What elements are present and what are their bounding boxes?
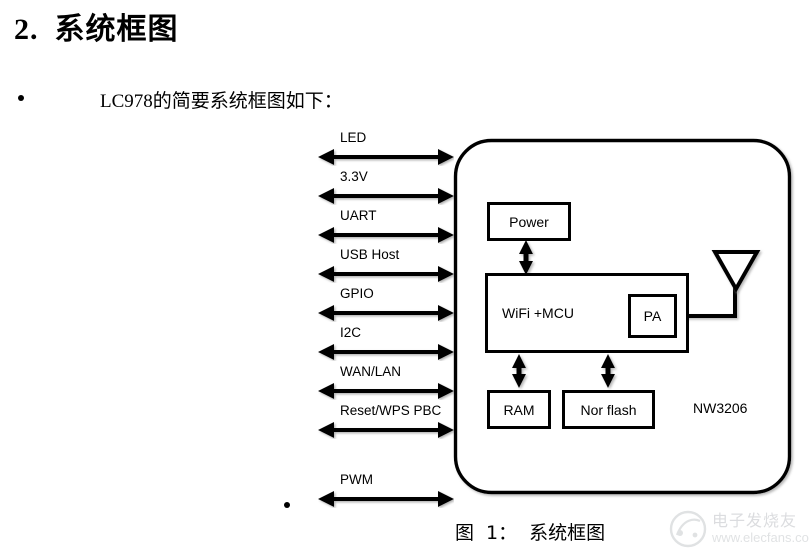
system-block-diagram: LED 3.3V UART USB Host GPIO I2C WAN/LAN … [0,0,809,560]
stray-bullet-dot-icon [284,502,290,508]
block-ram: RAM [487,390,551,429]
watermark-logo-icon [669,510,707,548]
watermark-brand-text: 电子发烧友 [712,511,798,530]
block-pa: PA [628,294,677,338]
block-power: Power [487,202,571,241]
site-watermark: 电子发烧友 www.elecfans.com [668,505,809,557]
block-nor-flash: Nor flash [562,390,655,429]
chip-part-number-label: NW3206 [693,400,748,416]
watermark-url-text: www.elecfans.com [712,530,809,545]
